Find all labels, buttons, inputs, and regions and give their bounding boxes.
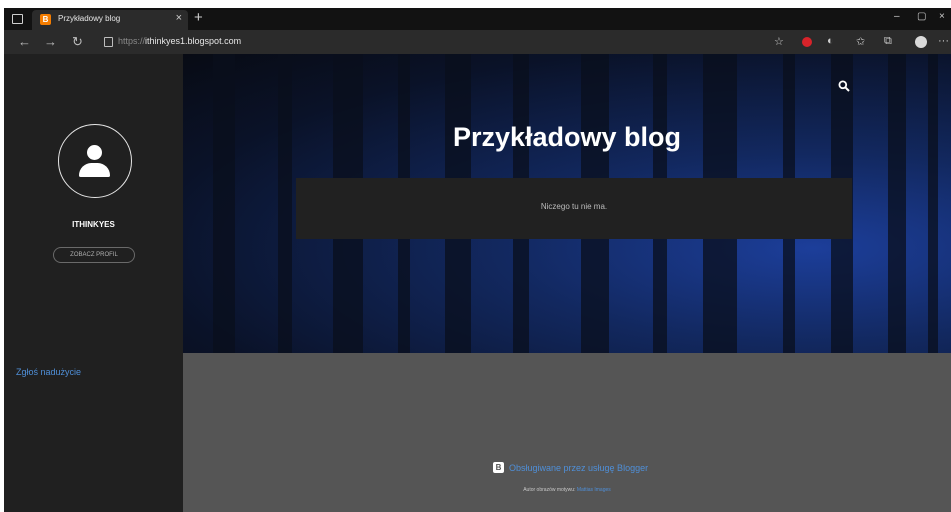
adblock-extension-icon[interactable]	[802, 37, 812, 47]
blogger-logo-icon: B	[493, 462, 504, 474]
new-tab-button[interactable]: +	[194, 9, 203, 26]
tab-actions-icon[interactable]	[12, 14, 23, 24]
lock-icon[interactable]	[104, 37, 113, 47]
profile-username: ITHINKYES	[72, 220, 115, 229]
url-host: ithinkyes1.blogspot.com	[145, 36, 242, 46]
profile-icon[interactable]	[915, 36, 927, 48]
favorites-icon[interactable]: ✩	[856, 35, 865, 48]
tab-title: Przykładowy blog	[58, 14, 121, 23]
sidebar: ITHINKYES ZOBACZ PROFIL Zgłoś nadużycie	[4, 54, 183, 512]
powered-by-blogger-link[interactable]: Obsługiwane przez usługę Blogger	[509, 463, 648, 473]
forward-arrow-icon[interactable]: →	[44, 34, 57, 49]
more-menu-icon[interactable]: ···	[938, 35, 949, 47]
theme-credit-prefix: Autor obrazów motywu:	[523, 487, 576, 493]
close-window-button[interactable]: ×	[939, 11, 945, 22]
theme-credit-author-link[interactable]: Mattias Images	[577, 487, 611, 493]
browser-toolbar: ← → ↻ https://ithinkyes1.blogspot.com ☆ …	[4, 30, 951, 54]
back-arrow-icon[interactable]: ←	[18, 34, 31, 49]
user-icon	[87, 145, 102, 160]
tab-przykladowy-blog[interactable]: B Przykładowy blog ×	[32, 10, 188, 30]
user-icon-body	[79, 163, 110, 177]
avatar[interactable]	[58, 124, 132, 198]
blog-footer: B Obsługiwane przez usługę Blogger Autor …	[183, 353, 951, 512]
address-bar[interactable]: https://ithinkyes1.blogspot.com	[118, 36, 241, 46]
add-favorite-icon[interactable]: ☆	[774, 35, 784, 48]
posts-area: Niczego tu nie ma.	[296, 178, 852, 239]
refresh-icon[interactable]: ↻	[72, 34, 83, 50]
minimize-button[interactable]: –	[894, 11, 900, 22]
url-prefix: https://	[118, 36, 146, 46]
blog-title[interactable]: Przykładowy blog	[183, 122, 951, 153]
extension-icon[interactable]: ◐	[827, 35, 834, 47]
view-profile-button[interactable]: ZOBACZ PROFIL	[53, 247, 135, 263]
close-tab-icon[interactable]: ×	[176, 12, 182, 24]
no-posts-message: Niczego tu nie ma.	[540, 202, 608, 211]
report-abuse-link[interactable]: Zgłoś nadużycie	[16, 367, 81, 377]
collections-icon[interactable]: ⧉	[884, 35, 892, 48]
blog-header: Przykładowy blog Niczego tu nie ma.	[183, 54, 951, 353]
powered-by[interactable]: B Obsługiwane przez usługę Blogger	[493, 459, 648, 474]
browser-window: B Przykładowy blog × + – ▢ × ← → ↻ https…	[4, 8, 951, 512]
maximize-button[interactable]: ▢	[917, 11, 926, 22]
tab-strip: B Przykładowy blog × + – ▢ ×	[4, 8, 951, 30]
blogger-favicon-icon: B	[40, 14, 51, 25]
theme-image-credit: Autor obrazów motywu: Mattias Images	[183, 487, 951, 493]
search-icon[interactable]	[838, 80, 850, 92]
web-page: ITHINKYES ZOBACZ PROFIL Zgłoś nadużycie …	[4, 54, 951, 512]
